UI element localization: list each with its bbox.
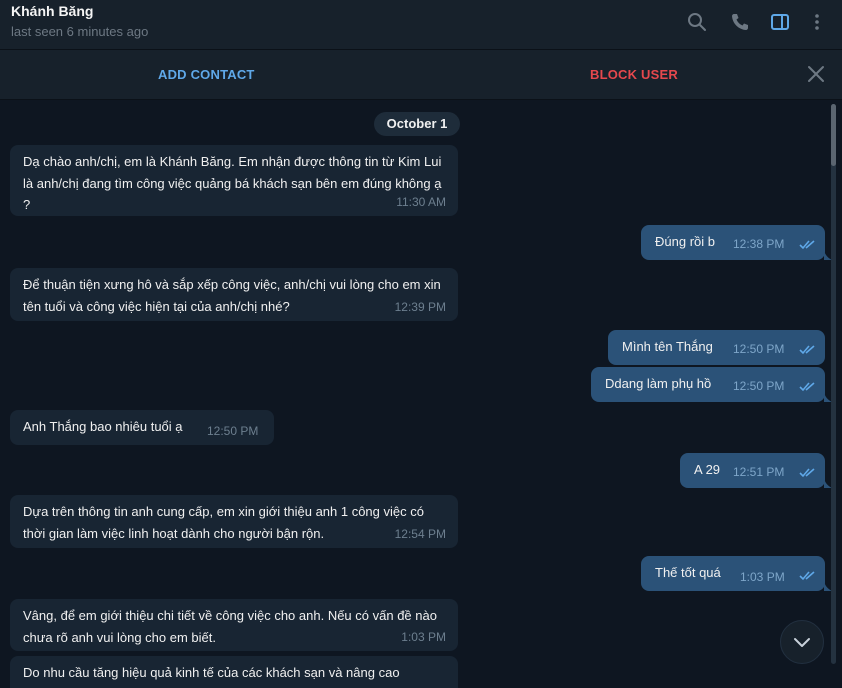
message-time: 12:50 PM — [733, 379, 785, 393]
message-outgoing[interactable]: Ddang làm phụ hồ 12:50 PM — [591, 367, 832, 402]
chat-header: Khánh Băng last seen 6 minutes ago — [0, 0, 842, 50]
date-separator: October 1 — [374, 112, 460, 136]
double-check-icon — [799, 240, 815, 250]
more-vertical-icon[interactable] — [805, 10, 829, 34]
message-time: 12:51 PM — [733, 465, 785, 479]
message-time: 12:54 PM — [394, 526, 446, 541]
message-incoming[interactable]: Do nhu cầu tăng hiệu quả kinh tế của các… — [10, 656, 458, 688]
double-check-icon — [799, 468, 815, 478]
message-time: 12:50 PM — [207, 424, 259, 438]
message-text: Mình tên Thắng — [622, 339, 713, 354]
message-outgoing[interactable]: Đúng rồi b 12:38 PM — [641, 225, 832, 260]
message-text: Do nhu cầu tăng hiệu quả kinh tế của các… — [23, 665, 400, 680]
contact-name[interactable]: Khánh Băng — [11, 3, 93, 19]
message-text: Vâng, để em giới thiệu chi tiết về công … — [23, 608, 437, 645]
message-incoming[interactable]: Để thuận tiện xưng hô và sắp xếp công vi… — [10, 268, 458, 321]
message-time: 12:50 PM — [733, 342, 785, 356]
message-text: Ddang làm phụ hồ — [605, 376, 712, 391]
message-time: 1:03 PM — [740, 570, 785, 584]
message-incoming[interactable]: Vâng, để em giới thiệu chi tiết về công … — [10, 599, 458, 651]
message-time: 12:39 PM — [394, 299, 446, 314]
sidebar-panel-icon[interactable] — [768, 10, 792, 34]
close-icon[interactable] — [805, 63, 827, 85]
scrollbar-track[interactable] — [831, 104, 836, 664]
contact-action-bar: ADD CONTACT BLOCK USER — [0, 50, 842, 100]
scroll-to-bottom-button[interactable] — [780, 620, 824, 664]
double-check-icon — [799, 345, 815, 355]
chevron-down-icon — [794, 638, 810, 647]
search-icon[interactable] — [685, 10, 709, 34]
message-outgoing[interactable]: A 29 12:51 PM — [680, 453, 832, 488]
message-incoming[interactable]: Anh Thắng bao nhiêu tuổi ạ 12:50 PM — [10, 410, 274, 445]
message-text: Để thuận tiện xưng hô và sắp xếp công vi… — [23, 277, 441, 314]
contact-status: last seen 6 minutes ago — [11, 24, 149, 39]
scrollbar-thumb[interactable] — [831, 104, 836, 166]
double-check-icon — [799, 571, 815, 581]
message-outgoing[interactable]: Mình tên Thắng 12:50 PM — [608, 330, 825, 365]
message-time: 1:03 PM — [401, 629, 446, 644]
message-list[interactable]: October 1 Dạ chào anh/chị, em là Khánh B… — [0, 100, 842, 688]
message-outgoing[interactable]: Thế tốt quá 1:03 PM — [641, 556, 832, 591]
add-contact-button[interactable]: ADD CONTACT — [158, 67, 255, 82]
message-time: 12:38 PM — [733, 237, 785, 251]
message-incoming[interactable]: Dựa trên thông tin anh cung cấp, em xin … — [10, 495, 458, 548]
block-user-button[interactable]: BLOCK USER — [590, 67, 678, 82]
phone-icon[interactable] — [728, 10, 752, 34]
message-time: 11:30 AM — [396, 194, 446, 209]
message-text: Dạ chào anh/chị, em là Khánh Băng. Em nh… — [23, 154, 442, 212]
message-incoming[interactable]: Dạ chào anh/chị, em là Khánh Băng. Em nh… — [10, 145, 458, 216]
message-text: Dựa trên thông tin anh cung cấp, em xin … — [23, 504, 424, 541]
double-check-icon — [799, 382, 815, 392]
